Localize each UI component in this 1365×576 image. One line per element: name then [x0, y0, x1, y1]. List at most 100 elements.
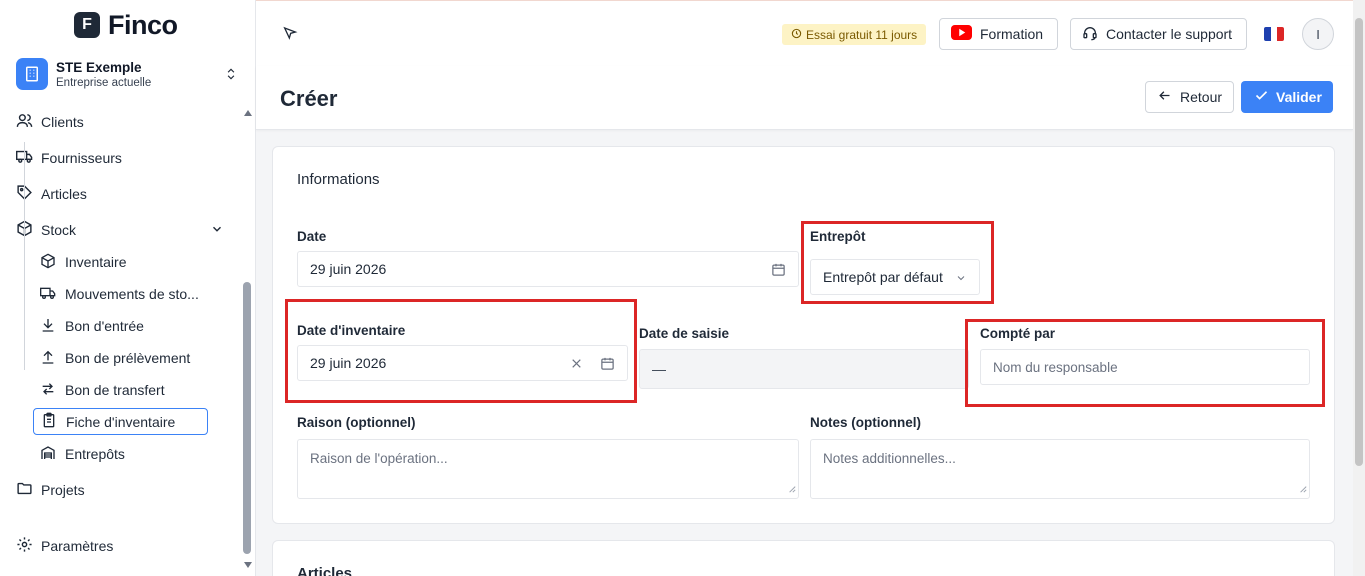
chevron-updown-icon: [224, 66, 238, 87]
sidebar-subitem-bon-prelevement[interactable]: Bon de prélèvement: [40, 346, 190, 370]
resize-grip-icon[interactable]: [1299, 481, 1307, 496]
support-label: Contacter le support: [1106, 26, 1233, 42]
notes-textarea[interactable]: Notes additionnelles...: [810, 439, 1310, 499]
reason-placeholder: Raison de l'opération...: [310, 451, 448, 466]
sidebar-item-articles[interactable]: Articles: [16, 182, 87, 206]
company-name: STE Exemple: [56, 59, 142, 75]
sidebar-item-label: Fournisseurs: [41, 150, 122, 166]
sidebar-subitem-fiche-inventaire[interactable]: Fiche d'inventaire: [33, 408, 208, 435]
sidebar-item-projets[interactable]: Projets: [16, 478, 85, 502]
sidebar-scrollbar[interactable]: [241, 104, 253, 572]
calendar-icon[interactable]: [771, 262, 786, 280]
reason-label: Raison (optionnel): [297, 415, 416, 430]
trial-badge: Essai gratuit 11 jours: [782, 24, 927, 45]
box-icon: [40, 253, 56, 272]
resize-grip-icon[interactable]: [788, 481, 796, 496]
brand-name: Finco: [108, 9, 178, 40]
scroll-thumb[interactable]: [243, 282, 251, 554]
notes-placeholder: Notes additionnelles...: [823, 451, 956, 466]
articles-title: Articles: [297, 565, 353, 576]
sidebar-item-label: Bon d'entrée: [65, 318, 144, 334]
chevron-down-icon: [955, 271, 967, 287]
sidebar: F Finco STE Exemple Entreprise actuelle …: [0, 0, 256, 576]
date-field[interactable]: 29 juin 2026: [297, 251, 799, 287]
training-label: Formation: [980, 26, 1044, 42]
arrow-up-icon: [40, 349, 56, 368]
headset-icon: [1082, 25, 1098, 44]
date-value: 29 juin 2026: [310, 261, 387, 277]
entry-date-label: Date de saisie: [639, 326, 730, 341]
company-switcher[interactable]: STE Exemple Entreprise actuelle: [16, 56, 242, 92]
entry-date-value: —: [652, 361, 666, 377]
trial-text: Essai gratuit 11 jours: [806, 27, 918, 42]
sidebar-item-label: Projets: [41, 482, 85, 498]
sidebar-item-label: Inventaire: [65, 254, 127, 270]
back-button[interactable]: Retour: [1145, 81, 1235, 113]
counted-by-input[interactable]: Nom du responsable: [980, 349, 1310, 385]
sidebar-item-parametres[interactable]: Paramètres: [16, 534, 113, 558]
logo-mark: F: [74, 12, 100, 38]
top-header: Essai gratuit 11 jours Formation Contact…: [256, 0, 1353, 66]
sidebar-item-label: Bon de transfert: [65, 382, 165, 398]
support-button[interactable]: Contacter le support: [1070, 18, 1247, 50]
submit-button[interactable]: Valider: [1241, 81, 1333, 113]
sidebar-item-label: Stock: [41, 222, 77, 238]
warehouse-select[interactable]: Entrepôt par défaut: [810, 259, 980, 295]
training-button[interactable]: Formation: [939, 18, 1058, 50]
sidebar-item-label: Bon de prélèvement: [65, 350, 191, 366]
sidebar-item-label: Fiche d'inventaire: [66, 413, 176, 430]
notes-label: Notes (optionnel): [810, 415, 921, 430]
building-icon: [16, 58, 48, 90]
brand-logo[interactable]: F Finco: [74, 8, 178, 42]
sidebar-item-stock[interactable]: Stock: [16, 218, 224, 242]
sidebar-subitem-bon-entree[interactable]: Bon d'entrée: [40, 314, 144, 338]
main-scrollbar[interactable]: [1353, 0, 1365, 576]
entry-date-field: —: [639, 349, 969, 389]
sidebar-item-label: Entrepôts: [65, 446, 125, 462]
sidebar-item-label: Articles: [41, 186, 87, 202]
main-scroll-thumb[interactable]: [1355, 18, 1363, 466]
inventory-date-field[interactable]: 29 juin 2026: [297, 345, 628, 381]
articles-card: Articles: [272, 540, 1335, 576]
user-avatar[interactable]: I: [1302, 18, 1334, 50]
section-title: Informations: [297, 171, 380, 188]
sidebar-item-label: Mouvements de sto...: [65, 286, 199, 302]
back-label: Retour: [1180, 89, 1223, 105]
arrow-down-icon: [40, 317, 56, 336]
sidebar-item-label: Paramètres: [41, 538, 114, 554]
company-subtitle: Entreprise actuelle: [56, 76, 152, 89]
sidebar-item-fournisseurs[interactable]: Fournisseurs: [16, 146, 122, 170]
counted-by-label: Compté par: [980, 326, 1056, 341]
informations-card: Informations Date 29 juin 2026 Entrepôt …: [272, 146, 1335, 524]
submit-label: Valider: [1276, 89, 1322, 105]
page-title: Créer: [280, 86, 338, 111]
clock-icon: [791, 28, 802, 42]
scroll-up-arrow[interactable]: [244, 110, 252, 116]
warehouse-label: Entrepôt: [810, 229, 866, 244]
clipboard-icon: [41, 412, 57, 431]
warehouse-icon: [40, 445, 56, 464]
calendar-icon[interactable]: [600, 356, 615, 374]
chevron-down-icon: [210, 222, 224, 239]
clear-icon[interactable]: [570, 357, 583, 373]
sidebar-subitem-entrepots[interactable]: Entrepôts: [40, 442, 125, 466]
sidebar-item-clients[interactable]: Clients: [16, 110, 84, 134]
cursor-icon[interactable]: [282, 26, 298, 47]
sidebar-item-label: Clients: [41, 114, 84, 130]
scroll-down-arrow[interactable]: [244, 562, 252, 568]
sidebar-subitem-mouvements[interactable]: Mouvements de sto...: [40, 282, 199, 306]
tree-line: [24, 142, 25, 370]
french-flag-icon[interactable]: [1264, 27, 1284, 41]
arrow-left-icon: [1157, 88, 1172, 106]
inventory-date-label: Date d'inventaire: [297, 323, 406, 338]
reason-textarea[interactable]: Raison de l'opération...: [297, 439, 799, 499]
transfer-icon: [40, 381, 56, 400]
page-header: Créer Retour Valider: [256, 66, 1353, 130]
folder-icon: [16, 480, 33, 500]
sidebar-subitem-bon-transfert[interactable]: Bon de transfert: [40, 378, 165, 402]
counted-by-placeholder: Nom du responsable: [993, 359, 1118, 375]
inventory-date-value: 29 juin 2026: [310, 355, 387, 371]
youtube-icon: [951, 25, 972, 43]
sidebar-subitem-inventaire[interactable]: Inventaire: [40, 250, 126, 274]
date-label: Date: [297, 229, 327, 244]
